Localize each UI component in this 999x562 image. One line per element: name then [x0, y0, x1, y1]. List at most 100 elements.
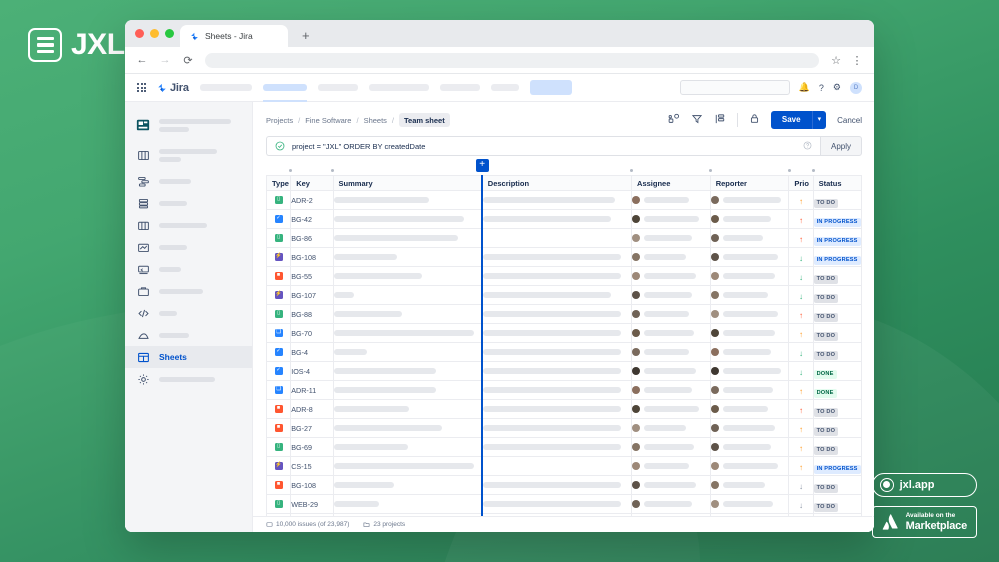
cell-type[interactable]: ❏ — [267, 324, 291, 343]
cell-status[interactable]: DONE — [813, 362, 861, 381]
save-button[interactable]: Save — [771, 111, 812, 129]
cell-type[interactable]: ▯ — [267, 514, 291, 516]
cell-description[interactable] — [482, 210, 631, 229]
column-resize-handle[interactable] — [709, 169, 712, 172]
sidebar-item-reports[interactable] — [125, 236, 252, 258]
minimize-window-button[interactable] — [150, 29, 159, 38]
cell-key[interactable]: BG-55 — [291, 267, 333, 286]
table-row[interactable]: ▯ADR-2↑TO DO — [267, 191, 862, 210]
column-header-status[interactable]: Status — [813, 176, 861, 191]
cell-status[interactable]: TO DO — [813, 286, 861, 305]
cell-assignee[interactable] — [632, 400, 711, 419]
sidebar-item-pages[interactable] — [125, 324, 252, 346]
browser-tab[interactable]: Sheets - Jira — [180, 25, 288, 47]
cell-assignee[interactable] — [632, 457, 711, 476]
cell-key[interactable]: BG-88 — [291, 305, 333, 324]
cell-description[interactable] — [482, 438, 631, 457]
table-row[interactable]: ⚡BG-107↓TO DO — [267, 286, 862, 305]
sidebar-item-sheets[interactable]: Sheets — [125, 346, 252, 368]
breadcrumb-item-fine-software[interactable]: Fine Software — [305, 116, 351, 125]
apply-button[interactable]: Apply — [820, 136, 862, 156]
cell-description[interactable] — [482, 286, 631, 305]
cell-summary[interactable] — [333, 400, 482, 419]
table-row[interactable]: ⚡BG-108↓IN PROGRESS — [267, 248, 862, 267]
cell-priority[interactable]: ↑ — [789, 419, 813, 438]
cell-reporter[interactable] — [710, 324, 789, 343]
cell-summary[interactable] — [333, 305, 482, 324]
sidebar-item-deployments[interactable] — [125, 258, 252, 280]
cell-summary[interactable] — [333, 191, 482, 210]
cell-priority[interactable]: ↓ — [789, 286, 813, 305]
table-row[interactable]: ❏BG-70↑TO DO — [267, 324, 862, 343]
cell-description[interactable] — [482, 305, 631, 324]
cell-type[interactable]: ⚡ — [267, 248, 291, 267]
cell-description[interactable] — [482, 343, 631, 362]
kebab-menu-icon[interactable]: ⋮ — [851, 54, 863, 67]
cell-summary[interactable] — [333, 476, 482, 495]
cell-reporter[interactable] — [710, 267, 789, 286]
jql-input[interactable]: project = "JXL" ORDER BY createdDate — [266, 136, 820, 156]
cell-reporter[interactable] — [710, 248, 789, 267]
breadcrumb-current-team-sheet[interactable]: Team sheet — [399, 113, 450, 127]
cell-type[interactable]: ▯ — [267, 438, 291, 457]
save-dropdown-button[interactable]: ▾ — [812, 111, 827, 129]
jxl-app-badge[interactable]: jxl.app — [872, 473, 977, 497]
column-resize-handle[interactable] — [630, 169, 633, 172]
table-row[interactable]: ■BG-108↓TO DO — [267, 476, 862, 495]
cell-type[interactable]: ■ — [267, 419, 291, 438]
cell-assignee[interactable] — [632, 267, 711, 286]
table-row[interactable]: ✓IOS-4↓DONE — [267, 362, 862, 381]
cell-description[interactable] — [482, 400, 631, 419]
close-window-button[interactable] — [135, 29, 144, 38]
column-resize-handle[interactable] — [812, 169, 815, 172]
cell-type[interactable]: ✓ — [267, 210, 291, 229]
cell-summary[interactable] — [333, 267, 482, 286]
cell-summary[interactable] — [333, 229, 482, 248]
cell-reporter[interactable] — [710, 438, 789, 457]
cell-status[interactable]: TO DO — [813, 305, 861, 324]
cell-priority[interactable]: ↓ — [789, 495, 813, 514]
cell-summary[interactable] — [333, 419, 482, 438]
window-controls[interactable] — [135, 29, 174, 38]
search-input[interactable] — [680, 80, 790, 95]
cell-assignee[interactable] — [632, 362, 711, 381]
cell-status[interactable]: IN PROGRESS — [813, 210, 861, 229]
column-header-assignee[interactable]: Assignee — [632, 176, 711, 191]
cell-description[interactable] — [482, 476, 631, 495]
table-row[interactable]: ▯BG-86↑IN PROGRESS — [267, 229, 862, 248]
cell-key[interactable]: BG-27 — [291, 419, 333, 438]
cell-assignee[interactable] — [632, 476, 711, 495]
forward-arrow-icon[interactable]: → — [159, 54, 171, 66]
cell-type[interactable]: ✓ — [267, 362, 291, 381]
cell-status[interactable]: TO DO — [813, 324, 861, 343]
cell-assignee[interactable] — [632, 514, 711, 516]
cell-summary[interactable] — [333, 210, 482, 229]
cell-summary[interactable] — [333, 343, 482, 362]
cell-priority[interactable]: ↓ — [789, 343, 813, 362]
cell-priority[interactable]: ↑ — [789, 229, 813, 248]
cell-key[interactable]: BG-108 — [291, 476, 333, 495]
cell-type[interactable]: ▯ — [267, 191, 291, 210]
column-header-summary[interactable]: Summary — [333, 176, 482, 191]
cell-description[interactable] — [482, 229, 631, 248]
cell-key[interactable]: BG-69 — [291, 438, 333, 457]
frozen-column-divider[interactable] — [481, 175, 483, 516]
cell-description[interactable] — [482, 248, 631, 267]
cell-assignee[interactable] — [632, 191, 711, 210]
cell-key[interactable]: ADR-8 — [291, 400, 333, 419]
cell-status[interactable]: IN PROGRESS — [813, 457, 861, 476]
cell-reporter[interactable] — [710, 305, 789, 324]
create-button[interactable] — [530, 80, 572, 95]
cell-assignee[interactable] — [632, 229, 711, 248]
cell-summary[interactable] — [333, 438, 482, 457]
reload-icon[interactable]: ⟳ — [182, 54, 194, 67]
cell-summary[interactable] — [333, 248, 482, 267]
share-people-icon[interactable] — [668, 113, 680, 128]
breadcrumb-item-projects[interactable]: Projects — [266, 116, 293, 125]
cell-assignee[interactable] — [632, 324, 711, 343]
nav-item-placeholder-2[interactable] — [263, 84, 307, 91]
cell-priority[interactable]: ↑ — [789, 457, 813, 476]
column-resize-handle[interactable] — [331, 169, 334, 172]
cell-priority[interactable]: ↑ — [789, 438, 813, 457]
cell-reporter[interactable] — [710, 400, 789, 419]
